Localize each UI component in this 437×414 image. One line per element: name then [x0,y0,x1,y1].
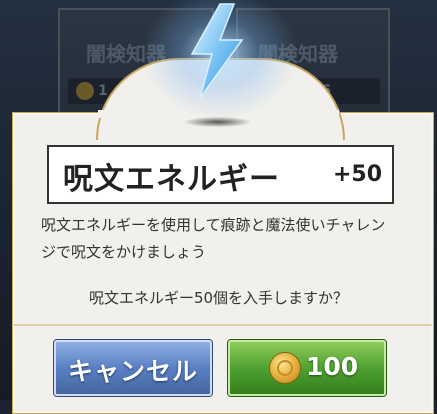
buy-button-price: 100 [306,352,359,381]
bg-shop-card-price: 1 [98,83,108,99]
cancel-button-label: キャンセル [67,357,198,386]
coin-icon [270,353,300,383]
buy-button[interactable]: 100 [228,340,386,396]
dialog-title: 呪文エネルギー [63,162,280,197]
dialog-title-box: 呪文エネルギー +50 [47,145,394,204]
dialog-description: 呪文エネルギーを使用して痕跡と魔法使いチャレンジで呪文をかけましょう [41,216,386,261]
cancel-button[interactable]: キャンセル [54,340,212,396]
icon-shadow [185,117,250,127]
dialog-title-bonus: +50 [333,162,383,187]
dialog-divider [12,324,432,326]
coin-icon [76,82,94,100]
dialog-question: 呪文エネルギー50個を入手しますか？ [88,289,349,307]
lightning-bolt-icon [190,3,244,99]
